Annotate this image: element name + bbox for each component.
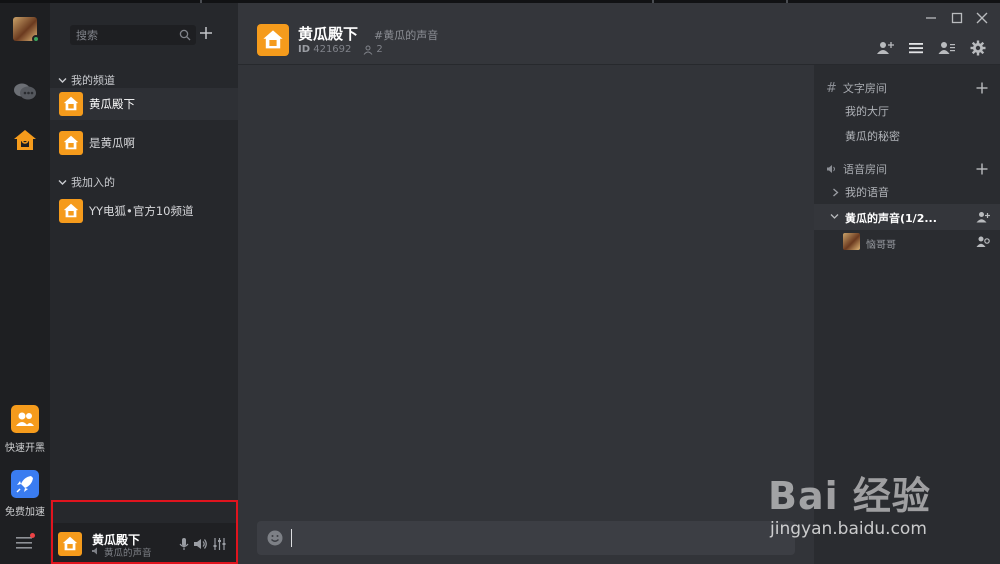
joined-channels-header[interactable]: 我加入的: [58, 174, 115, 190]
active-voice-room[interactable]: 黄瓜的声音(1/2...: [814, 204, 1000, 230]
invite-user-icon[interactable]: [976, 210, 990, 224]
member-count: 2: [363, 44, 383, 55]
active-voice-room-label: 黄瓜的声音(1/2...: [845, 212, 937, 225]
gear-icon[interactable]: [969, 40, 987, 56]
chevron-down-icon: [830, 214, 839, 219]
member-avatar: [843, 233, 860, 250]
channel-home-icon: [59, 92, 83, 116]
channel-id-label: ID: [298, 44, 311, 55]
text-rooms-header: # 文字房间: [826, 80, 887, 96]
channel-id: ID 421692: [298, 44, 351, 55]
home-channel-icon[interactable]: [12, 127, 38, 153]
notification-dot: [30, 533, 35, 538]
channel-header: 黄瓜殿下 #黄瓜的声音 ID 421692 2: [238, 3, 1000, 65]
channel-item[interactable]: YY电狐•官方10频道: [50, 195, 238, 227]
menu-icon[interactable]: [16, 536, 34, 550]
add-channel-icon[interactable]: [199, 26, 213, 40]
text-room-item[interactable]: 我的大厅: [845, 103, 889, 119]
channel-sidebar: 我的频道 黄瓜殿下 是黄瓜啊 我加入的 YY电狐•官方10频道: [50, 3, 238, 564]
free-boost-button[interactable]: [11, 470, 39, 498]
add-voice-room-icon[interactable]: [976, 163, 988, 175]
chevron-right-icon: [833, 188, 839, 196]
channel-title: 黄瓜殿下: [298, 25, 359, 43]
voice-room-item[interactable]: 我的语音: [832, 184, 889, 200]
voice-rooms-label: 语音房间: [843, 163, 887, 176]
maximize-icon[interactable]: [950, 11, 964, 25]
channel-id-value: 421692: [313, 44, 352, 55]
my-channels-header[interactable]: 我的频道: [58, 72, 115, 88]
search-box: [70, 25, 196, 45]
free-boost-label: 免费加速: [5, 507, 45, 518]
online-status-dot: [32, 35, 40, 43]
message-input[interactable]: [291, 529, 781, 547]
channel-home-icon: [59, 131, 83, 155]
member-list-icon[interactable]: [938, 40, 956, 56]
list-icon[interactable]: [907, 40, 925, 56]
channel-tag[interactable]: #黄瓜的声音: [374, 27, 438, 43]
member-name: 恼哥哥: [866, 240, 896, 251]
group-icon: [16, 412, 34, 426]
chat-bubbles-icon[interactable]: [12, 78, 38, 104]
voice-member[interactable]: 恼哥哥: [843, 231, 993, 253]
channel-home-icon: [59, 199, 83, 223]
search-icon[interactable]: [179, 29, 191, 41]
minimize-icon[interactable]: [924, 11, 938, 25]
message-area[interactable]: [238, 65, 814, 564]
add-friend-icon[interactable]: [876, 40, 894, 56]
quick-play-label: 快速开黑: [5, 443, 45, 454]
channel-header-icon: [257, 24, 289, 56]
app-rail: 快速开黑 免费加速: [0, 3, 50, 564]
close-icon[interactable]: [975, 11, 989, 25]
emoji-icon[interactable]: [267, 530, 283, 546]
channel-item[interactable]: 是黄瓜啊: [50, 127, 238, 159]
chevron-down-icon: [58, 179, 67, 185]
member-settings-icon[interactable]: [976, 235, 990, 248]
text-rooms-label: 文字房间: [842, 82, 887, 95]
annotation-highlight-box: [51, 500, 238, 564]
search-input[interactable]: [76, 27, 176, 43]
channel-item[interactable]: 黄瓜殿下: [50, 88, 238, 120]
channel-label: 黄瓜殿下: [89, 97, 135, 111]
hash-icon: #: [826, 80, 837, 96]
baidu-watermark: Bai 经验 jingyan.baidu.com: [768, 455, 988, 545]
quick-play-button[interactable]: [11, 405, 39, 433]
speaker-icon: [827, 165, 835, 173]
add-text-room-icon[interactable]: [976, 82, 988, 94]
watermark-url: jingyan.baidu.com: [770, 519, 927, 539]
channel-meta: ID 421692 2: [298, 44, 383, 55]
channel-label: 是黄瓜啊: [89, 136, 135, 150]
joined-channels-label: 我加入的: [71, 176, 115, 189]
chevron-down-icon: [58, 77, 67, 83]
channel-label: YY电狐•官方10频道: [89, 204, 194, 218]
member-count-value: 2: [376, 44, 383, 55]
rocket-icon: [16, 476, 33, 493]
text-room-item[interactable]: 黄瓜的秘密: [845, 128, 900, 144]
watermark-logo: Bai 经验: [768, 474, 931, 518]
my-channels-label: 我的频道: [71, 74, 115, 87]
message-composer: [257, 521, 795, 555]
person-icon: [364, 45, 373, 55]
voice-room-label: 我的语音: [845, 186, 889, 199]
voice-rooms-header: 语音房间: [826, 161, 887, 177]
